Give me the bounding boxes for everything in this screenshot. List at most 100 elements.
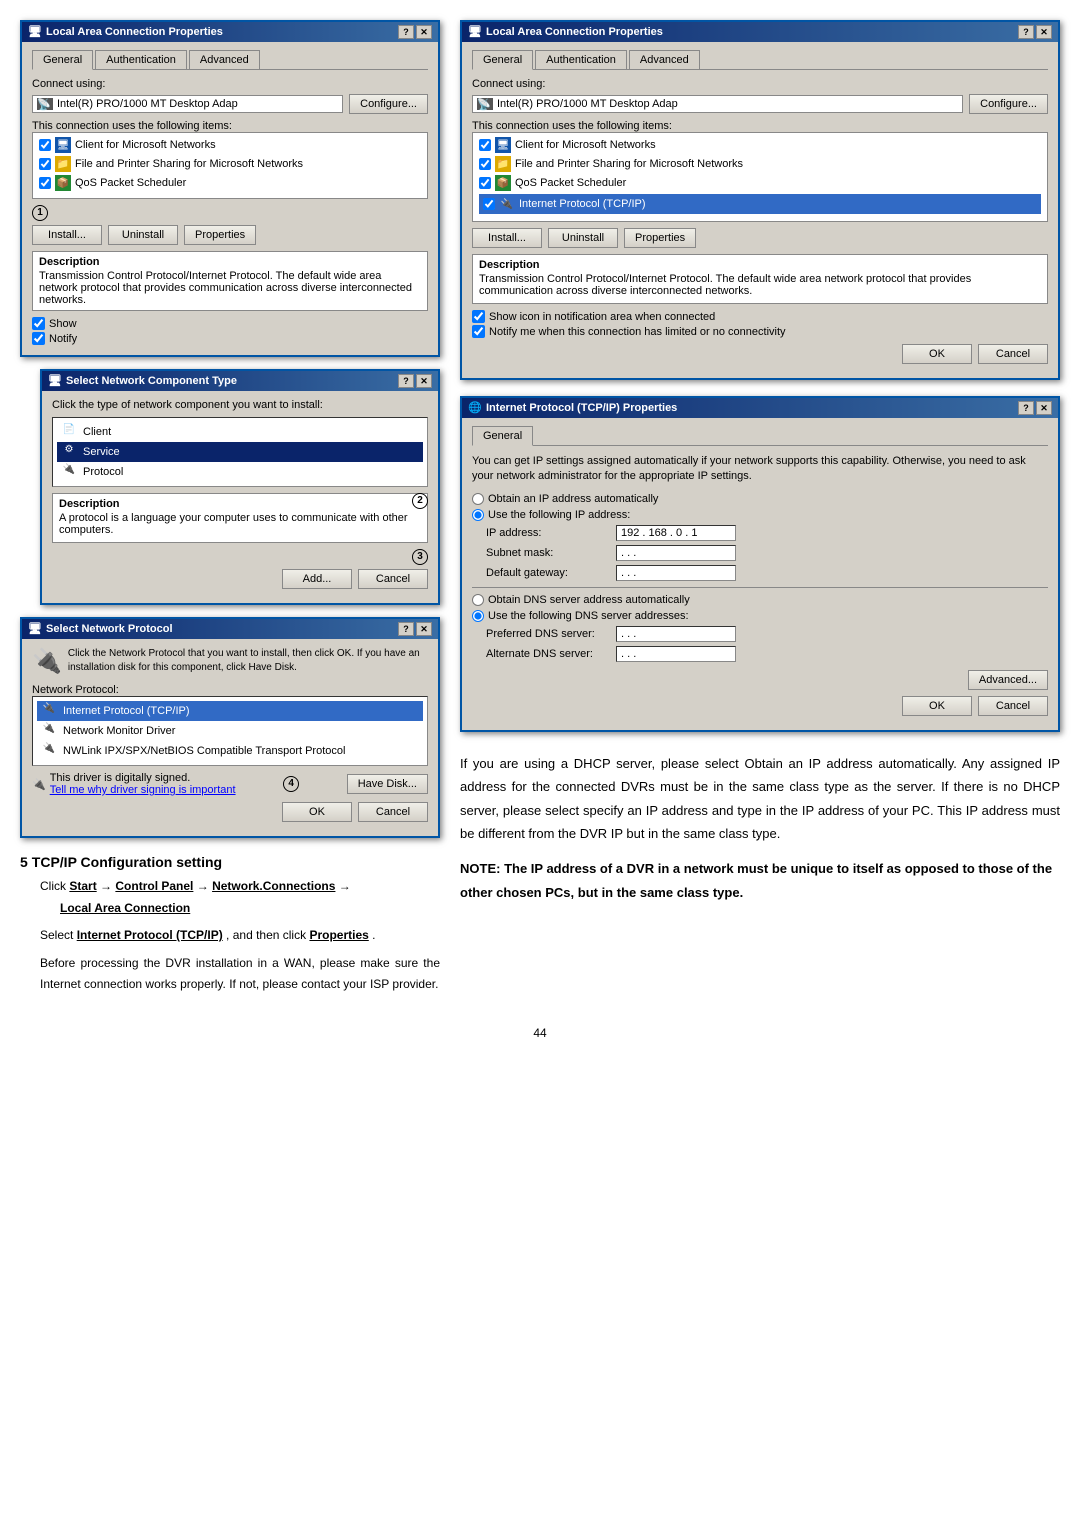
titlebar-icon-2: 🖥 [468, 25, 482, 39]
use-dns-row: Use the following DNS server addresses: [472, 610, 1048, 622]
show-row-2: Show icon in notification area when conn… [472, 310, 1048, 323]
properties-button-1[interactable]: Properties [184, 225, 256, 245]
install-button-1[interactable]: Install... [32, 225, 102, 245]
notify-checkbox-1[interactable] [32, 332, 45, 345]
step-5-number: 5 [20, 854, 28, 870]
configure-button-2[interactable]: Configure... [969, 94, 1048, 114]
subnet-mask-row: Subnet mask: . . . [486, 545, 1048, 561]
use-following-radio[interactable] [472, 509, 484, 521]
install-button-2[interactable]: Install... [472, 228, 542, 248]
configure-button-1[interactable]: Configure... [349, 94, 428, 114]
close-button-1[interactable]: ✕ [416, 25, 432, 39]
tab-advanced-2[interactable]: Advanced [629, 50, 700, 69]
advanced-button-ip[interactable]: Advanced... [968, 670, 1048, 690]
checkbox-file-sharing-1[interactable] [39, 158, 51, 170]
cancel-button-snp[interactable]: Cancel [358, 802, 428, 822]
instruction1-local-area: Local Area Connection [60, 901, 190, 915]
checkbox-qos-2[interactable] [479, 177, 491, 189]
use-following-row: Use the following IP address: [472, 509, 1048, 521]
action-buttons-2: Install... Uninstall Properties [472, 228, 1048, 248]
adapter-name-1: Intel(R) PRO/1000 MT Desktop Adap [57, 98, 238, 110]
help-button-snp[interactable]: ? [398, 622, 414, 636]
page-number: 44 [20, 1026, 1060, 1040]
snct-button-row: Add... Cancel [52, 569, 428, 589]
show-checkbox-2[interactable] [472, 310, 485, 323]
item-qos-2: 📦 QoS Packet Scheduler [479, 175, 1041, 191]
alternate-dns-value[interactable]: . . . [616, 646, 736, 662]
driver-icon: 🔌 [32, 778, 46, 791]
tab-bar-ip: General [472, 426, 1048, 446]
obtain-auto-radio[interactable] [472, 493, 484, 505]
tab-auth-2[interactable]: Authentication [535, 50, 627, 69]
tab-bar-1: General Authentication Advanced [32, 50, 428, 70]
show-checkbox-1[interactable] [32, 317, 45, 330]
help-button-1[interactable]: ? [398, 25, 414, 39]
tab-auth-1[interactable]: Authentication [95, 50, 187, 69]
titlebar-icon-ip: 🌐 [468, 401, 482, 415]
icon-qos-1: 📦 [55, 175, 71, 191]
driver-link[interactable]: Tell me why driver signing is important [50, 784, 236, 796]
desc-label-2: Description [479, 259, 1041, 271]
desc-box-snct: Description A protocol is a language you… [52, 493, 428, 543]
obtain-dns-auto-row: Obtain DNS server address automatically [472, 594, 1048, 606]
close-button-snp[interactable]: ✕ [416, 622, 432, 636]
instruction1-start: Start [69, 879, 96, 893]
cancel-button-ip[interactable]: Cancel [978, 696, 1048, 716]
list-item-service[interactable]: ⚙ Service [57, 442, 423, 462]
default-gateway-value[interactable]: . . . [616, 565, 736, 581]
close-button-ip[interactable]: ✕ [1036, 401, 1052, 415]
step-5-note: NOTE: The IP address of a DVR in a netwo… [460, 857, 1060, 904]
list-item-monitor-driver[interactable]: 🔌 Network Monitor Driver [37, 721, 423, 741]
list-item-tcp-ip[interactable]: 🔌 Internet Protocol (TCP/IP) [37, 701, 423, 721]
obtain-dns-auto-label: Obtain DNS server address automatically [488, 594, 690, 606]
ok-button-snp[interactable]: OK [282, 802, 352, 822]
driver-signed-text: This driver is digitally signed. [50, 772, 236, 784]
default-gateway-label: Default gateway: [486, 567, 616, 579]
cancel-button-snct[interactable]: Cancel [358, 569, 428, 589]
tab-general-1[interactable]: General [32, 50, 93, 70]
dialog-local-area-connection-2: 🖥 Local Area Connection Properties ? ✕ G… [460, 20, 1060, 380]
tab-general-2[interactable]: General [472, 50, 533, 70]
checkbox-client-2[interactable] [479, 139, 491, 151]
help-button-snct[interactable]: ? [398, 374, 414, 388]
ok-button-ip[interactable]: OK [902, 696, 972, 716]
checkbox-file-sharing-2[interactable] [479, 158, 491, 170]
tab-advanced-1[interactable]: Advanced [189, 50, 260, 69]
obtain-dns-auto-radio[interactable] [472, 594, 484, 606]
uninstall-button-1[interactable]: Uninstall [108, 225, 178, 245]
uninstall-button-2[interactable]: Uninstall [548, 228, 618, 248]
ip-address-value[interactable]: 192 . 168 . 0 . 1 [616, 525, 736, 541]
label-file-sharing-2: File and Printer Sharing for Microsoft N… [515, 158, 743, 170]
ok-button-2[interactable]: OK [902, 344, 972, 364]
use-dns-radio[interactable] [472, 610, 484, 622]
close-button-2[interactable]: ✕ [1036, 25, 1052, 39]
help-button-2[interactable]: ? [1018, 25, 1034, 39]
tab-general-ip[interactable]: General [472, 426, 533, 446]
icon-file-sharing-1: 📁 [55, 156, 71, 172]
titlebar-snct: 🖥 Select Network Component Type ? ✕ [42, 371, 438, 391]
help-button-ip[interactable]: ? [1018, 401, 1034, 415]
titlebar-icon-1: 🖥 [28, 25, 42, 39]
checkbox-tcp-ip-2[interactable] [483, 198, 495, 210]
checkbox-client-1[interactable] [39, 139, 51, 151]
subnet-mask-value[interactable]: . . . [616, 545, 736, 561]
label-client-1: Client for Microsoft Networks [75, 139, 216, 151]
connection-items-box-1: 🖥 Client for Microsoft Networks 📁 File a… [32, 132, 428, 199]
have-disk-button[interactable]: Have Disk... [347, 774, 428, 794]
cancel-button-2[interactable]: Cancel [978, 344, 1048, 364]
list-item-nwlink[interactable]: 🔌 NWLink IPX/SPX/NetBIOS Compatible Tran… [37, 741, 423, 761]
close-button-snct[interactable]: ✕ [416, 374, 432, 388]
list-item-protocol[interactable]: 🔌 Protocol [57, 462, 423, 482]
monitor-driver-label: Network Monitor Driver [63, 725, 175, 737]
notify-checkbox-2[interactable] [472, 325, 485, 338]
properties-button-2[interactable]: Properties [624, 228, 696, 248]
icon-tcp-ip-2: 🔌 [499, 196, 515, 212]
list-item-client[interactable]: 📄 Client [57, 422, 423, 442]
snp-icon: 🔌 [32, 647, 62, 676]
add-button-snct[interactable]: Add... [282, 569, 352, 589]
notify-label-2: Notify me when this connection has limit… [489, 326, 786, 338]
preferred-dns-value[interactable]: . . . [616, 626, 736, 642]
component-type-list: 📄 Client ⚙ Service 🔌 Protocol [52, 417, 428, 487]
checkbox-qos-1[interactable] [39, 177, 51, 189]
right-text-block: If you are using a DHCP server, please s… [460, 752, 1060, 904]
